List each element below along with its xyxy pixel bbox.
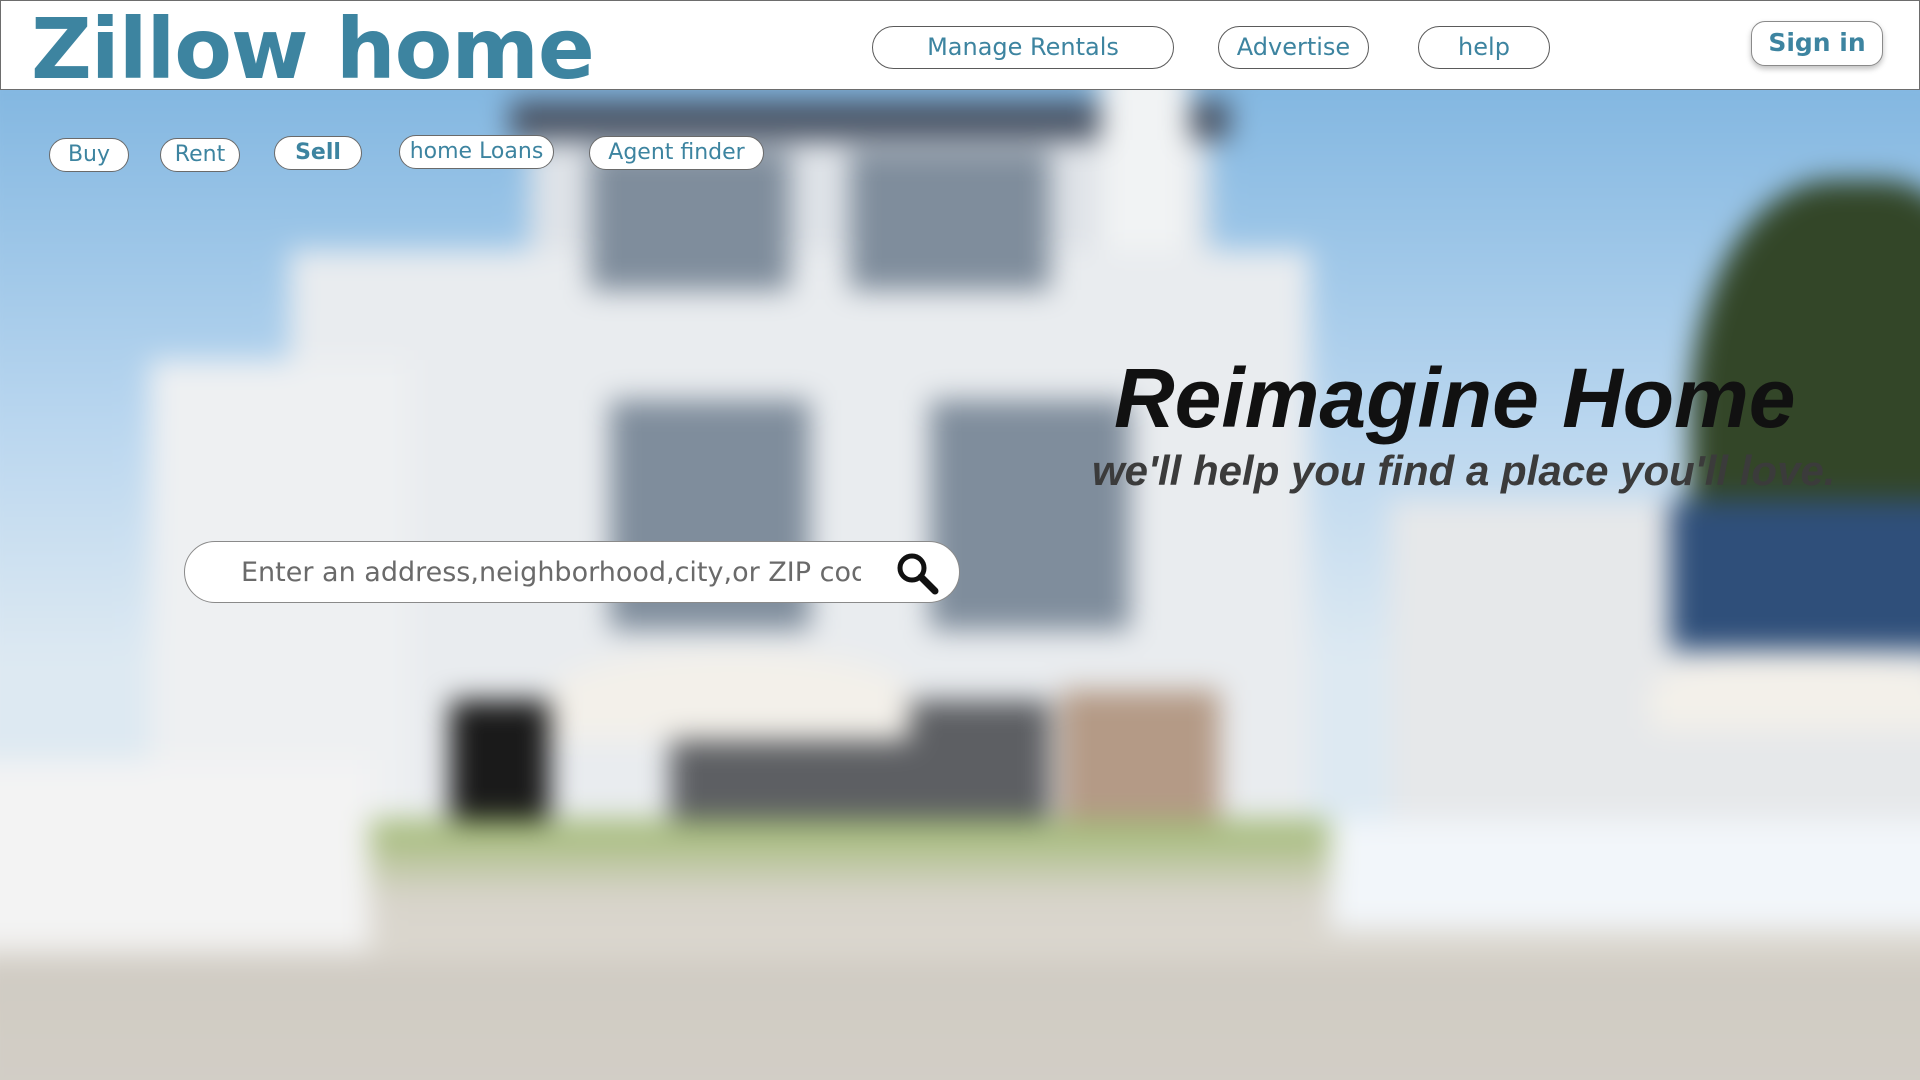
help-button[interactable]: help — [1418, 26, 1550, 69]
hero-subtitle: we'll help you find a place you'll love. — [1092, 447, 1836, 494]
site-logo[interactable]: Zillow home — [31, 3, 595, 95]
sign-in-button[interactable]: Sign in — [1751, 21, 1883, 66]
search-input[interactable] — [241, 550, 861, 594]
nav-sell[interactable]: Sell — [274, 136, 362, 170]
search-bar — [184, 541, 960, 603]
nav-buy[interactable]: Buy — [49, 138, 129, 172]
nav-rent[interactable]: Rent — [160, 138, 240, 172]
manage-rentals-button[interactable]: Manage Rentals — [872, 26, 1174, 69]
advertise-button[interactable]: Advertise — [1218, 26, 1369, 69]
hero-title: Reimagine Home — [1114, 351, 1796, 445]
nav-home-loans[interactable]: home Loans — [399, 135, 554, 169]
nav-agent-finder[interactable]: Agent finder — [589, 136, 764, 170]
search-icon[interactable] — [893, 549, 941, 597]
top-header: Zillow home Manage Rentals Advertise hel… — [0, 0, 1920, 95]
